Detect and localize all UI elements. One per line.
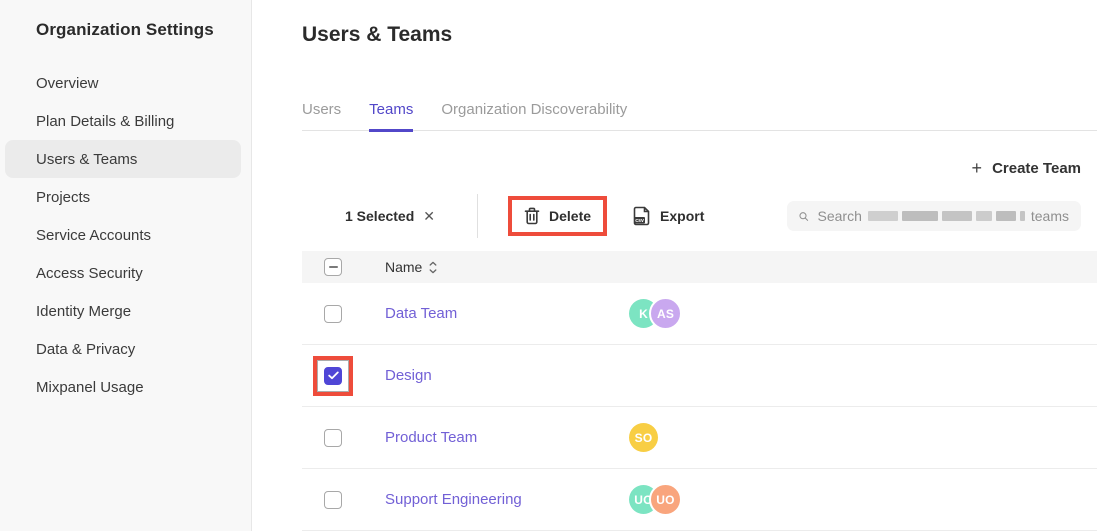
selection-summary: 1 Selected ✕ <box>345 208 435 225</box>
create-team-label: Create Team <box>992 160 1081 177</box>
sidebar-title: Organization Settings <box>0 0 251 40</box>
table-row: Product Team SO <box>302 407 1097 469</box>
avatar[interactable]: UO <box>649 483 682 516</box>
sidebar-item-mixpanel-usage[interactable]: Mixpanel Usage <box>5 368 241 406</box>
plus-icon: + <box>972 160 983 176</box>
settings-sidebar: Organization Settings Overview Plan Deta… <box>0 0 252 531</box>
teams-table: Name Data Team K AS <box>302 251 1097 531</box>
search-teams-input[interactable]: Search teams <box>787 201 1081 231</box>
sort-icon <box>429 261 437 274</box>
page-title: Users & Teams <box>302 0 1097 48</box>
table-row: Design <box>302 345 1097 407</box>
sidebar-item-data-privacy[interactable]: Data & Privacy <box>5 330 241 368</box>
sidebar-item-identity-merge[interactable]: Identity Merge <box>5 292 241 330</box>
tab-teams[interactable]: Teams <box>369 93 413 132</box>
team-name-link[interactable]: Data Team <box>385 305 457 322</box>
toolbar-divider <box>477 194 478 238</box>
sidebar-nav: Overview Plan Details & Billing Users & … <box>0 64 251 406</box>
row-checkbox[interactable] <box>324 305 342 323</box>
table-row: Support Engineering UO UO <box>302 469 1097 531</box>
export-label: Export <box>660 208 704 224</box>
sidebar-item-users-teams[interactable]: Users & Teams <box>5 140 241 178</box>
app-window: Organization Settings Overview Plan Deta… <box>0 0 1108 531</box>
team-members-avatars: K AS <box>629 297 682 330</box>
team-name-link[interactable]: Support Engineering <box>385 491 522 508</box>
row-checkbox[interactable] <box>324 429 342 447</box>
team-members-avatars: UO UO <box>629 483 682 516</box>
delete-annotation-box: Delete <box>508 196 607 236</box>
search-placeholder: Search teams <box>818 208 1069 224</box>
checkbox-annotation-box <box>313 356 353 396</box>
row-checkbox-cell <box>302 429 385 447</box>
delete-button[interactable]: Delete <box>512 200 603 232</box>
row-checkbox-checked[interactable] <box>324 367 342 385</box>
tab-users[interactable]: Users <box>302 93 341 132</box>
sidebar-item-overview[interactable]: Overview <box>5 64 241 102</box>
search-icon <box>799 209 809 224</box>
search-placeholder-prefix: Search <box>818 208 862 224</box>
check-icon <box>328 371 339 380</box>
svg-text:csv: csv <box>635 218 644 224</box>
bulk-actions-toolbar: 1 Selected ✕ Delete <box>302 195 1097 237</box>
team-members-avatars: SO <box>629 423 658 452</box>
header-checkbox-cell <box>302 258 385 276</box>
delete-label: Delete <box>549 208 591 224</box>
name-column-header[interactable]: Name <box>385 259 629 275</box>
create-team-button[interactable]: + Create Team <box>972 160 1081 177</box>
name-header-label: Name <box>385 259 422 275</box>
row-checkbox[interactable] <box>324 491 342 509</box>
export-button[interactable]: csv Export <box>633 199 704 233</box>
sidebar-item-plan-details-billing[interactable]: Plan Details & Billing <box>5 102 241 140</box>
team-name-link[interactable]: Product Team <box>385 429 477 446</box>
avatar[interactable]: AS <box>649 297 682 330</box>
sidebar-item-access-security[interactable]: Access Security <box>5 254 241 292</box>
select-all-checkbox[interactable] <box>324 258 342 276</box>
tab-bar: Users Teams Organization Discoverability <box>302 93 1097 131</box>
row-checkbox-cell <box>302 491 385 509</box>
sidebar-item-service-accounts[interactable]: Service Accounts <box>5 216 241 254</box>
clear-selection-icon[interactable]: ✕ <box>423 208 435 225</box>
search-placeholder-suffix: teams <box>1031 208 1069 224</box>
redacted-text <box>868 211 1025 221</box>
table-row: Data Team K AS <box>302 283 1097 345</box>
team-name-link[interactable]: Design <box>385 367 432 384</box>
avatar[interactable]: SO <box>629 423 658 452</box>
selected-count: 1 Selected <box>345 208 414 224</box>
csv-file-icon: csv <box>633 206 651 226</box>
trash-icon <box>524 207 540 225</box>
tab-organization-discoverability[interactable]: Organization Discoverability <box>441 93 627 132</box>
row-checkbox-cell <box>302 367 385 385</box>
row-checkbox-cell <box>302 305 385 323</box>
table-header-row: Name <box>302 251 1097 283</box>
main-content: Users & Teams Users Teams Organization D… <box>252 0 1108 531</box>
sidebar-item-projects[interactable]: Projects <box>5 178 241 216</box>
create-team-row: + Create Team <box>302 157 1097 179</box>
